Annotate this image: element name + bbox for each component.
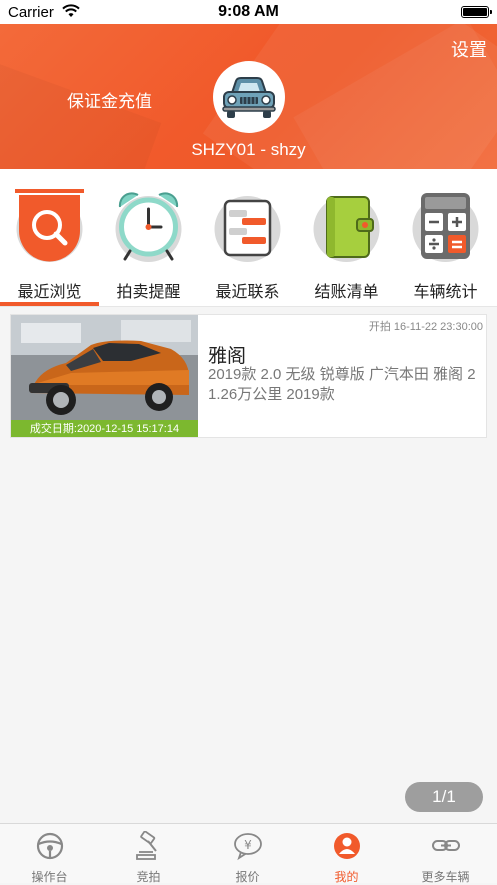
tab-label: 竞拍 xyxy=(136,870,161,884)
menu-item-recent-browse[interactable]: 最近浏览 xyxy=(0,169,99,307)
tab-mine[interactable]: 我的 xyxy=(297,824,396,884)
car-avatar-icon xyxy=(222,77,276,118)
avatar[interactable] xyxy=(213,61,285,133)
tab-label: 我的 xyxy=(334,870,359,884)
function-menu: 最近浏览 拍卖提醒 最近联系 结账清单 车辆统计 xyxy=(0,169,497,307)
tab-console[interactable]: 操作台 xyxy=(0,824,99,884)
tab-quote[interactable]: ¥ 报价 xyxy=(198,824,297,884)
menu-item-settlement-list[interactable]: 结账清单 xyxy=(297,169,396,307)
gavel-icon xyxy=(134,830,164,861)
menu-item-vehicle-stats[interactable]: 车辆统计 xyxy=(396,169,495,307)
tab-bidding[interactable]: 竞拍 xyxy=(99,824,198,884)
tab-label: 更多车辆 xyxy=(421,870,470,884)
menu-label: 最近联系 xyxy=(215,284,280,301)
menu-label: 结账清单 xyxy=(314,284,379,301)
profile-header: 设置 保证金充值 SHZY01 - shzy xyxy=(0,24,497,169)
tab-label: 报价 xyxy=(235,870,260,884)
vehicle-photo: 成交日期:2020-12-15 15:17:14 xyxy=(11,315,198,437)
chat-icon xyxy=(211,187,284,265)
vehicle-listing-card[interactable]: 成交日期:2020-12-15 15:17:14 开拍 16-11-22 23:… xyxy=(10,314,487,438)
bottom-tab-bar: 操作台 竞拍 ¥ 报价 我的 更多车辆 xyxy=(0,823,497,884)
auction-start-time: 开拍 16-11-22 23:30:00 xyxy=(368,321,483,333)
deal-date: 成交日期:2020-12-15 15:17:14 xyxy=(11,420,198,437)
status-bar: Carrier 9:08 AM xyxy=(0,0,497,24)
magnifier-icon xyxy=(13,187,86,265)
menu-item-recent-contacts[interactable]: 最近联系 xyxy=(198,169,297,307)
menu-label: 拍卖提醒 xyxy=(116,284,181,301)
menu-label: 车辆统计 xyxy=(413,284,478,301)
active-tab-indicator xyxy=(0,302,99,306)
menu-label: 最近浏览 xyxy=(17,284,82,301)
settings-button[interactable]: 设置 xyxy=(451,36,487,62)
svg-text:¥: ¥ xyxy=(244,838,252,852)
page-indicator: 1/1 xyxy=(405,782,483,812)
menu-item-auction-reminder[interactable]: 拍卖提醒 xyxy=(99,169,198,307)
wallet-icon xyxy=(310,187,383,265)
tab-more-vehicles[interactable]: 更多车辆 xyxy=(396,824,495,884)
vehicle-description: 2019款 2.0 无级 锐尊版 广汽本田 雅阁 2 xyxy=(208,366,476,383)
username: SHZY01 - shzy xyxy=(191,140,306,159)
vehicle-meta: 1.26万公里 2019款 xyxy=(208,386,335,403)
status-time: 9:08 AM xyxy=(218,3,279,20)
person-icon xyxy=(332,831,362,861)
link-icon xyxy=(431,831,461,861)
calculator-icon xyxy=(409,187,482,265)
steering-wheel-icon xyxy=(35,831,65,861)
battery-icon xyxy=(461,6,492,18)
deposit-recharge-button[interactable]: 保证金充值 xyxy=(67,87,152,112)
tab-label: 操作台 xyxy=(31,870,68,884)
yen-bubble-icon: ¥ xyxy=(233,831,263,861)
alarm-clock-icon xyxy=(112,187,185,265)
